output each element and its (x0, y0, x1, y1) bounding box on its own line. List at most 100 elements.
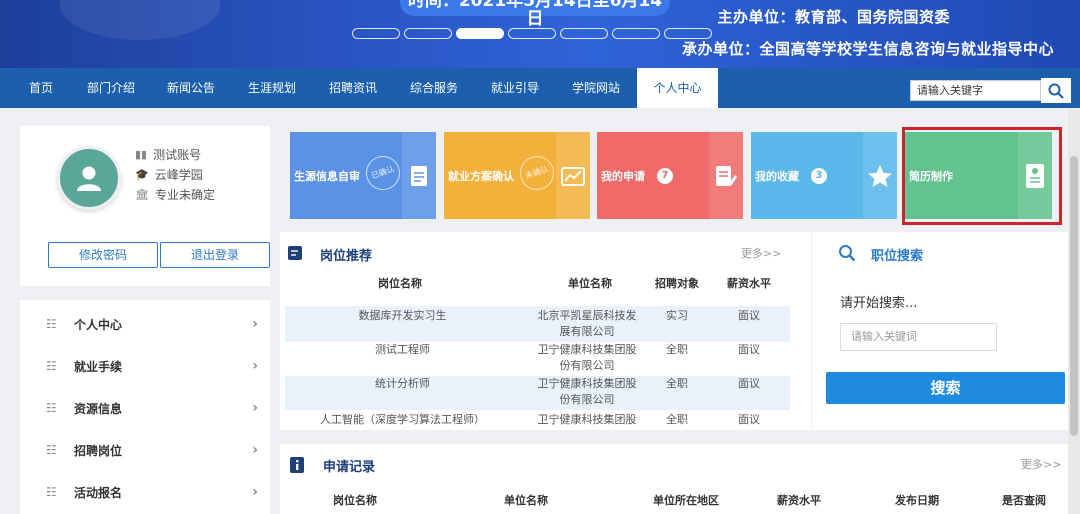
tile-label: 生源信息自审 (294, 170, 360, 183)
sidebar-item-resources[interactable]: ☷ 资源信息 › (20, 387, 270, 429)
nav-item-personal-center[interactable]: 个人中心 (637, 68, 718, 108)
column-header-job-name: 岗位名称 (333, 494, 377, 507)
unconfirmed-stamp: 未确认 (515, 151, 559, 195)
job-name: 数据库开发实习生 (358, 309, 447, 322)
application-records-more-link[interactable]: 更多>> (1021, 456, 1061, 472)
chart-icon (556, 132, 590, 219)
nav-item-guidance[interactable]: 就业引导 (484, 68, 546, 108)
document-icon (402, 132, 436, 219)
job-search-button[interactable]: 搜索 (826, 372, 1065, 404)
table-row[interactable]: 测试工程师 卫宁健康科技集团股 份有限公司 全职 面议 (285, 342, 790, 376)
sidebar-item-label: 招聘岗位 (74, 443, 123, 458)
page-scrollbar[interactable] (1068, 110, 1080, 514)
carousel-dot-active[interactable] (456, 28, 504, 39)
co-organizer-text: 承办单位：全国高等学校学生信息咨询与就业指导中心 (681, 40, 1054, 58)
job-name: 统计分析师 (375, 377, 430, 390)
event-date: 时间：2021年5月14日至6月14日 (400, 0, 670, 28)
edit-document-icon (709, 132, 743, 219)
job-recommendation-more-link[interactable]: 更多>> (741, 245, 781, 261)
company-name-cont: 份有限公司 (559, 359, 615, 372)
job-salary: 面议 (738, 343, 760, 356)
job-name: 人工智能（深度学习算法工程师） (320, 413, 485, 426)
column-header-company: 单位名称 (568, 277, 612, 290)
nav-item-recruitment[interactable]: 招聘资讯 (322, 68, 384, 108)
school-name: 云峰学园 (154, 168, 203, 182)
nav-item-services[interactable]: 综合服务 (403, 68, 465, 108)
nav-search-input[interactable]: 请输入关键字 (910, 80, 1041, 101)
job-target: 全职 (666, 413, 688, 426)
applications-count-badge: 7 (657, 168, 673, 184)
nav-item-college-site[interactable]: 学院网站 (565, 68, 627, 108)
organizer-text: 主办单位：教育部、国务院国资委 (717, 8, 950, 26)
job-target: 全职 (666, 377, 688, 390)
search-icon (1048, 83, 1064, 99)
job-recommendation-title: 岗位推荐 (320, 249, 373, 264)
profile-school: 🎓 云峰学园 (135, 166, 203, 183)
table-row[interactable]: 数据库开发实习生 北京平凯星辰科技发 展有限公司 实习 面议 (285, 306, 790, 342)
list-icon: ☷ (46, 359, 57, 373)
company-name: 卫宁健康科技集团股 (537, 413, 637, 426)
carousel-dot[interactable] (352, 28, 400, 39)
tile-label: 我的收藏 (755, 170, 799, 183)
company-name-cont: 份有限公司 (559, 393, 615, 406)
major-name: 专业未确定 (154, 188, 215, 202)
column-header-company: 单位名称 (504, 494, 548, 507)
carousel-dot[interactable] (560, 28, 608, 39)
nav-item-home[interactable]: 首页 (18, 68, 64, 108)
table-row[interactable]: 统计分析师 卫宁健康科技集团股 份有限公司 全职 面议 (285, 376, 790, 410)
list-icon: ☷ (46, 443, 57, 457)
profile-card: ▮▮ 测试账号 🎓 云峰学园 🏛 专业未确定 修改密码 退出登录 (20, 126, 270, 286)
job-search-hint: 请开始搜索... (840, 296, 918, 311)
tile-label: 就业方案确认 (448, 170, 514, 183)
sidebar-item-label: 就业手续 (74, 359, 123, 374)
job-salary: 面议 (738, 309, 760, 322)
sidebar-item-personal-center[interactable]: ☷ 个人中心 › (20, 303, 270, 345)
tile-my-applications[interactable]: 我的申请 7 (597, 132, 743, 219)
logout-button[interactable]: 退出登录 (160, 242, 270, 268)
column-header-publish-date: 发布日期 (895, 494, 939, 507)
job-target: 全职 (666, 343, 688, 356)
column-header-viewed: 是否查阅 (1002, 494, 1046, 507)
company-name: 卫宁健康科技集团股 (537, 343, 637, 356)
account-name: 测试账号 (153, 148, 202, 162)
job-search-title: 职位搜索 (871, 249, 924, 264)
carousel-dot[interactable] (404, 28, 452, 39)
nav-item-career-planning[interactable]: 生涯规划 (241, 68, 303, 108)
tile-my-favorites[interactable]: 我的收藏 3 (751, 132, 897, 219)
sidebar-item-label: 资源信息 (74, 401, 123, 416)
carousel-dot[interactable] (508, 28, 556, 39)
sidebar-item-events[interactable]: ☷ 活动报名 › (20, 471, 270, 513)
nav-item-news[interactable]: 新闻公告 (160, 68, 222, 108)
scrollbar-thumb[interactable] (1070, 156, 1078, 436)
carousel-dot[interactable] (612, 28, 660, 39)
tile-employment-plan[interactable]: 就业方案确认 未确认 (444, 132, 590, 219)
top-banner: 时间：2021年5月14日至6月14日 主办单位：教育部、国务院国资委 承办单位… (0, 0, 1080, 68)
chevron-right-icon: › (252, 400, 258, 416)
avatar[interactable] (57, 146, 121, 210)
list-icon: ☷ (46, 317, 57, 331)
star-icon (863, 132, 897, 219)
graduation-cap-icon: 🎓 (135, 168, 149, 181)
sidebar-item-label: 活动报名 (74, 485, 123, 500)
column-header-salary: 薪资水平 (777, 494, 821, 507)
nav-item-departments[interactable]: 部门介绍 (80, 68, 142, 108)
job-search-input[interactable]: 请输入关键词 (840, 323, 997, 351)
nav-search-button[interactable] (1041, 78, 1071, 103)
application-records-title: 申请记录 (323, 460, 376, 475)
table-row[interactable]: 人工智能（深度学习算法工程师） 卫宁健康科技集团股 全职 面议 (285, 410, 790, 430)
sidebar-menu: ☷ 个人中心 › ☷ 就业手续 › ☷ 资源信息 › ☷ 招聘岗位 › ☷ 活动… (20, 300, 270, 514)
highlight-box (902, 127, 1062, 225)
column-header-salary: 薪资水平 (727, 277, 771, 290)
list-icon: ☷ (46, 485, 57, 499)
profile-major: 🏛 专业未确定 (135, 186, 215, 203)
building-icon: 🏛 (135, 188, 149, 201)
sidebar-item-jobs[interactable]: ☷ 招聘岗位 › (20, 429, 270, 471)
tile-source-info-review[interactable]: 生源信息自审 已确认 (290, 132, 436, 219)
job-salary: 面议 (738, 377, 760, 390)
edit-icon (288, 245, 302, 264)
favorites-count-badge: 3 (811, 168, 827, 184)
column-header-target: 招聘对象 (655, 277, 699, 290)
change-password-button[interactable]: 修改密码 (48, 242, 158, 268)
tile-label: 我的申请 (601, 170, 645, 183)
sidebar-item-procedures[interactable]: ☷ 就业手续 › (20, 345, 270, 387)
